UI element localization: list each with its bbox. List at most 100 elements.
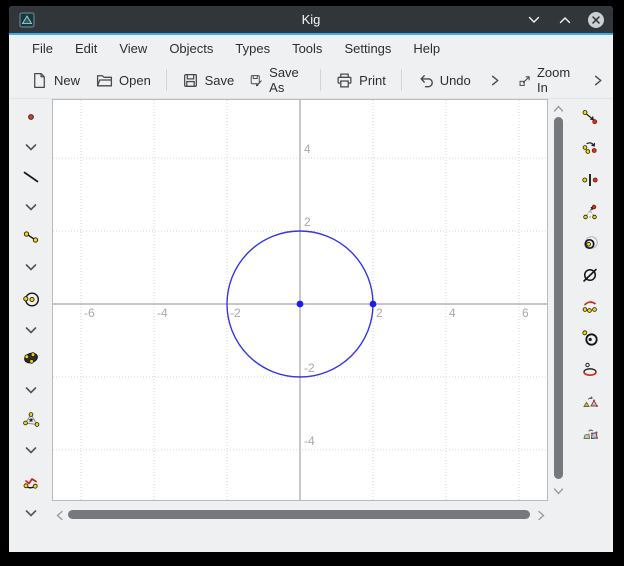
conic-arc-tool-icon xyxy=(581,361,599,379)
scroll-right-button[interactable] xyxy=(534,507,548,523)
main-area: -6 -4 -2 2 4 6 4 2 -2 -4 xyxy=(9,99,613,525)
scroll-left-button[interactable] xyxy=(52,507,66,523)
menu-view[interactable]: View xyxy=(108,37,158,60)
tool-generic-affinity-button[interactable] xyxy=(569,201,611,223)
menu-edit[interactable]: Edit xyxy=(64,37,108,60)
zoom-in-button[interactable]: Zoom In xyxy=(510,60,582,100)
tool-line-button[interactable] xyxy=(12,165,50,189)
tool-conic-button[interactable] xyxy=(12,346,50,370)
chevron-down-icon xyxy=(22,258,40,276)
polygon-tool-icon xyxy=(22,411,40,429)
tool-translation-button[interactable] xyxy=(569,106,611,128)
new-button[interactable]: New xyxy=(23,67,88,94)
tool-conic-arc-button[interactable] xyxy=(569,359,611,381)
tool-point-reflection-button[interactable] xyxy=(569,169,611,191)
open-button[interactable]: Open xyxy=(88,67,159,94)
y-axis-label: -2 xyxy=(304,361,315,375)
point-reflection-tool-icon xyxy=(581,171,599,189)
chevron-right-icon xyxy=(487,73,502,88)
tool-arc-expander[interactable] xyxy=(12,501,50,525)
y-axis-label: -4 xyxy=(304,434,315,448)
menu-help[interactable]: Help xyxy=(402,37,451,60)
point-tool-icon xyxy=(22,108,40,126)
arc-tool-icon xyxy=(22,474,40,492)
chevron-down-icon xyxy=(22,138,40,156)
statusbar xyxy=(9,525,613,552)
chevron-right-icon xyxy=(590,73,605,88)
y-axis-label: 4 xyxy=(304,142,311,156)
horizontal-scrollbar[interactable] xyxy=(52,505,548,525)
tool-arc-button[interactable] xyxy=(12,471,50,495)
horizontal-scrollbar-thumb[interactable] xyxy=(68,510,530,519)
menu-settings[interactable]: Settings xyxy=(333,37,402,60)
menu-objects[interactable]: Objects xyxy=(158,37,224,60)
chevron-left-icon xyxy=(55,510,64,521)
scroll-down-button[interactable] xyxy=(551,484,566,498)
tool-segment-expander[interactable] xyxy=(12,255,50,279)
geometry-point-on-circle[interactable] xyxy=(370,301,377,308)
save-label: Save xyxy=(205,73,235,88)
y-axis-label: 2 xyxy=(304,215,311,229)
print-label: Print xyxy=(359,73,386,88)
chevron-down-icon xyxy=(22,504,40,522)
zoom-in-label: Zoom In xyxy=(537,65,574,95)
tool-point-expander[interactable] xyxy=(12,135,50,159)
tool-conic-expander[interactable] xyxy=(12,378,50,402)
x-axis-label: 2 xyxy=(376,306,383,320)
chevron-down-icon xyxy=(22,441,40,459)
tool-rotation-button[interactable] xyxy=(569,137,611,159)
tool-point-button[interactable] xyxy=(12,105,50,129)
undo-history-expander[interactable] xyxy=(479,68,510,93)
projectivity-tool-icon xyxy=(581,425,599,443)
tool-polygon-button[interactable] xyxy=(12,408,50,432)
tool-projectivity-button[interactable] xyxy=(569,423,611,445)
tool-circle-button[interactable] xyxy=(12,287,50,311)
tool-circle-expander[interactable] xyxy=(12,318,50,342)
segment-tool-icon xyxy=(22,228,40,246)
save-as-button[interactable]: Save As xyxy=(242,60,313,100)
print-button[interactable]: Print xyxy=(328,67,394,94)
chevron-down-icon xyxy=(553,487,564,496)
tool-line-expander[interactable] xyxy=(12,195,50,219)
menu-types[interactable]: Types xyxy=(224,37,281,60)
toolbar-separator xyxy=(320,69,321,91)
tool-circle-test-button[interactable] xyxy=(569,327,611,349)
x-axis-label: 6 xyxy=(522,306,529,320)
toolbar-separator xyxy=(166,69,167,91)
close-button[interactable] xyxy=(587,11,605,29)
geometry-canvas[interactable]: -6 -4 -2 2 4 6 4 2 -2 -4 xyxy=(52,99,548,501)
menubar: File Edit View Objects Types Tools Setti… xyxy=(9,35,613,62)
chevron-up-icon xyxy=(559,16,571,24)
titlebar[interactable]: Kig xyxy=(9,6,613,33)
vertical-scrollbar-thumb[interactable] xyxy=(554,117,563,479)
geometry-point-center[interactable] xyxy=(297,301,304,308)
zoom-in-icon xyxy=(518,72,531,89)
close-icon xyxy=(587,11,605,29)
chevron-up-icon xyxy=(553,104,564,113)
save-button[interactable]: Save xyxy=(174,67,243,94)
tool-circular-inversion-button[interactable] xyxy=(569,232,611,254)
tool-similarity-button[interactable] xyxy=(569,391,611,413)
menu-file[interactable]: File xyxy=(21,37,64,60)
tool-polygon-expander[interactable] xyxy=(12,438,50,462)
print-icon xyxy=(336,72,353,89)
save-as-icon xyxy=(250,72,263,89)
maximize-button[interactable] xyxy=(556,11,574,29)
chevron-down-icon xyxy=(528,16,540,24)
menu-tools[interactable]: Tools xyxy=(281,37,333,60)
circle-test-tool-icon xyxy=(581,329,599,347)
similarity-tool-icon xyxy=(581,393,599,411)
scroll-up-button[interactable] xyxy=(551,101,566,115)
tool-segment-button[interactable] xyxy=(12,225,50,249)
open-folder-icon xyxy=(96,72,113,89)
tool-arc-by-points-button[interactable] xyxy=(569,295,611,317)
translation-tool-icon xyxy=(581,108,599,126)
x-axis-label: -2 xyxy=(230,306,241,320)
x-axis-label: -6 xyxy=(84,306,95,320)
vertical-scrollbar[interactable] xyxy=(551,101,566,499)
minimize-button[interactable] xyxy=(525,11,543,29)
tool-hide-object-button[interactable] xyxy=(569,264,611,286)
toolbar-overflow-button[interactable] xyxy=(582,68,613,93)
undo-button[interactable]: Undo xyxy=(409,67,479,94)
chevron-down-icon xyxy=(22,381,40,399)
